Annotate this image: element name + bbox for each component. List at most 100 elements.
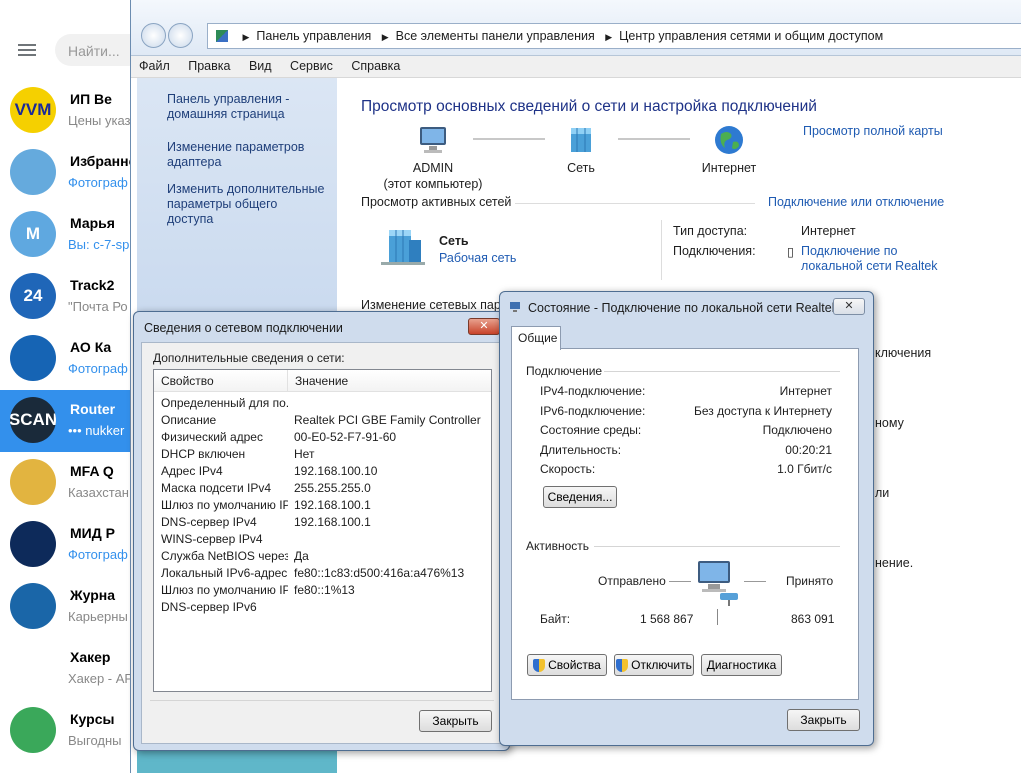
chat-list-item[interactable]: VVM ИП Ве Цены указ (0, 80, 140, 142)
table-row[interactable]: Шлюз по умолчанию IP... fe80::1%13 (154, 582, 491, 599)
table-row[interactable]: Маска подсети IPv4 255.255.255.0 (154, 480, 491, 497)
properties-button[interactable]: Свойства (527, 654, 607, 676)
bytes-label: Байт: (540, 612, 571, 626)
breadcrumb-item[interactable]: Панель управления (256, 29, 371, 43)
table-row[interactable]: DNS-сервер IPv4 192.168.100.1 (154, 514, 491, 531)
map-node-internet[interactable]: Интернет (695, 124, 763, 176)
menu-view[interactable]: Вид (249, 59, 272, 73)
activity-group-title: Активность (526, 539, 590, 553)
obscured-text: ли (875, 486, 890, 500)
menu-tools[interactable]: Сервис (290, 59, 333, 73)
section-divider (515, 203, 755, 204)
chat-preview: Фотограф (68, 547, 128, 562)
connection-details-dialog: Сведения о сетевом подключении ✕ Дополни… (133, 311, 510, 751)
chat-list-item[interactable]: Хакер Хакер - АР (0, 638, 140, 700)
table-row[interactable]: Шлюз по умолчанию IP... 192.168.100.1 (154, 497, 491, 514)
property-cell: Физический адрес (161, 430, 263, 444)
status-value: Без доступа к Интернету (693, 403, 832, 418)
property-cell: Шлюз по умолчанию IP... (161, 583, 288, 597)
close-button[interactable]: Закрыть (787, 709, 860, 731)
menu-edit[interactable]: Правка (188, 59, 230, 73)
map-node-network[interactable]: Сеть (551, 124, 611, 176)
table-row[interactable]: Физический адрес 00-E0-52-F7-91-60 (154, 429, 491, 446)
details-button[interactable]: Сведения... (543, 486, 617, 508)
connection-link[interactable]: Подключение по локальной сети Realtek (801, 244, 941, 274)
dialog-body: Дополнительные сведения о сети: Свойство… (141, 342, 502, 744)
breadcrumb-item[interactable]: Центр управления сетями и общим доступом (619, 29, 883, 43)
table-row[interactable]: Определенный для по... (154, 395, 491, 412)
connections-label: Подключения: (673, 244, 756, 258)
active-networks-title: Просмотр активных сетей (361, 195, 512, 209)
breadcrumb[interactable]: ▶ Панель управления ▶ Все элементы панели … (207, 23, 1021, 49)
close-button[interactable]: Закрыть (419, 710, 492, 732)
connect-disconnect-link[interactable]: Подключение или отключение (768, 195, 944, 209)
property-cell: DNS-сервер IPv4 (161, 515, 257, 529)
breadcrumb-item[interactable]: Все элементы панели управления (396, 29, 595, 43)
chat-list-item[interactable]: АО Ка Фотограф (0, 328, 140, 390)
sent-label: Отправлено (598, 574, 666, 588)
full-map-link[interactable]: Просмотр полной карты (803, 124, 943, 138)
chat-list-item[interactable]: 24 Track2 "Почта Ро (0, 266, 140, 328)
chat-list-item[interactable]: Журна Карьерны (0, 576, 140, 638)
avatar (10, 583, 56, 629)
change-settings-title: Изменение сетевых парам (361, 298, 517, 312)
details-table[interactable]: Свойство Значение Определенный для по...… (153, 369, 492, 692)
chat-list-item[interactable]: SCAN Router ••• nukker (0, 390, 140, 452)
shield-icon (616, 658, 629, 672)
chat-list-item[interactable]: МИД Р Фотограф (0, 514, 140, 576)
table-row[interactable]: DHCP включен Нет (154, 446, 491, 463)
chat-list-item[interactable]: Избранно Фотограф (0, 142, 140, 204)
chat-preview: Фотограф (68, 175, 128, 190)
column-header-property[interactable]: Свойство (154, 370, 288, 391)
sidebar-link-home[interactable]: Панель управления - домашняя страница (167, 92, 297, 122)
activity-divider (717, 609, 718, 625)
avatar: SCAN (10, 397, 56, 443)
table-row[interactable]: Описание Realtek PCI GBE Family Controlle… (154, 412, 491, 429)
sidebar-link-sharing[interactable]: Изменить дополнительные параметры общего… (167, 182, 327, 227)
chat-list-item[interactable]: Курсы Выгодны (0, 700, 140, 762)
menu-help[interactable]: Справка (351, 59, 400, 73)
table-row[interactable]: WINS-сервер IPv4 (154, 531, 491, 548)
shield-icon (533, 658, 546, 672)
network-type-link[interactable]: Рабочая сеть (439, 251, 516, 265)
menu-file[interactable]: Файл (139, 59, 170, 73)
chat-preview: Казахстан (68, 485, 129, 500)
status-row: Скорость: 1.0 Гбит/с (540, 462, 832, 476)
map-node-computer[interactable]: ADMIN (этот компьютер) (381, 124, 485, 192)
avatar: М (10, 211, 56, 257)
status-label: IPv4-подключение: (540, 384, 646, 398)
access-type-label: Тип доступа: (673, 224, 748, 238)
table-row[interactable]: Адрес IPv4 192.168.100.10 (154, 463, 491, 480)
network-building-icon (379, 226, 427, 269)
table-row[interactable]: DNS-сервер IPv6 (154, 599, 491, 616)
obscured-text: нение. (875, 556, 914, 570)
obscured-text: ному (875, 416, 904, 430)
tab-general[interactable]: Общие (511, 326, 561, 350)
value-cell: fe80::1c83:d500:416a:a476%13 (294, 566, 465, 580)
disable-button[interactable]: Отключить (614, 654, 694, 676)
network-icon (551, 124, 611, 156)
chat-name: Марья (70, 215, 115, 231)
close-icon[interactable]: ✕ (468, 318, 500, 335)
chat-preview: ••• nukker (68, 423, 125, 438)
chat-name: Избранно (70, 153, 138, 169)
hamburger-menu-icon[interactable] (18, 44, 36, 56)
chat-list-item[interactable]: MFA Q Казахстан (0, 452, 140, 514)
map-link-line (473, 138, 545, 140)
dialog-title: Сведения о сетевом подключении (144, 321, 343, 335)
close-icon[interactable]: ✕ (833, 298, 865, 315)
chat-list-item[interactable]: М Марья Вы: с-7-sp (0, 204, 140, 266)
forward-button[interactable] (168, 23, 193, 48)
back-button[interactable] (141, 23, 166, 48)
property-cell: Адрес IPv4 (161, 464, 223, 478)
status-row: Длительность: 00:20:21 (540, 443, 832, 457)
table-row[interactable]: Локальный IPv6-адрес... fe80::1c83:d500:4… (154, 565, 491, 582)
status-row: IPv6-подключение: Без доступа к Интернету (540, 404, 832, 418)
column-header-value[interactable]: Значение (288, 370, 355, 391)
sidebar-link-adapter[interactable]: Изменение параметров адаптера (167, 140, 307, 170)
diagnose-button[interactable]: Диагностика (701, 654, 782, 676)
avatar (10, 645, 56, 691)
property-cell: Служба NetBIOS через... (161, 549, 288, 563)
avatar: 24 (10, 273, 56, 319)
table-row[interactable]: Служба NetBIOS через... Да (154, 548, 491, 565)
